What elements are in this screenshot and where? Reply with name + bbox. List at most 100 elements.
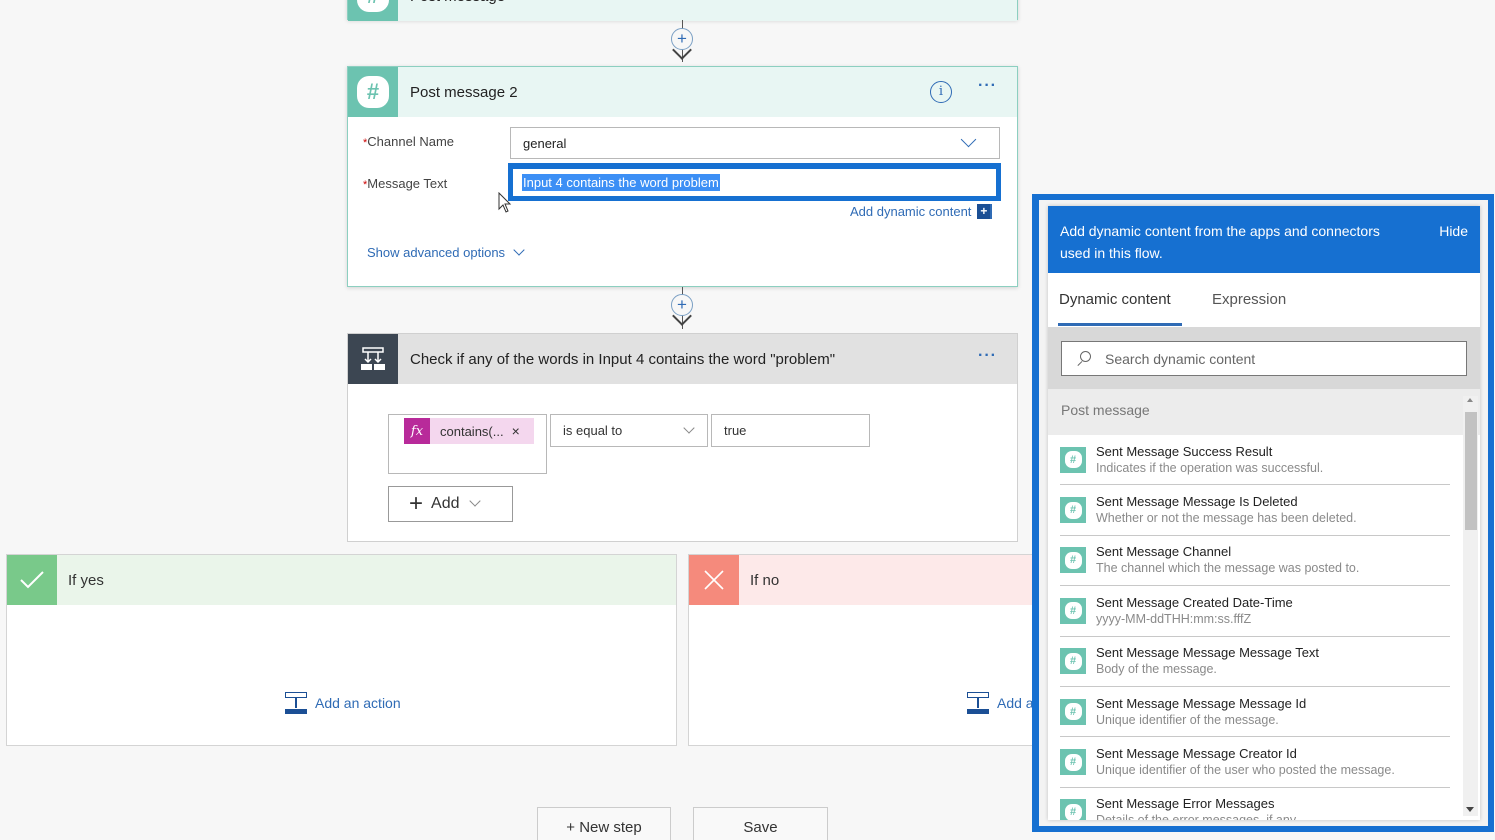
add-condition-button[interactable]: + Add: [388, 486, 513, 522]
item-description: Indicates if the operation was successfu…: [1096, 460, 1324, 475]
post-message-card[interactable]: # Post message: [347, 0, 1018, 21]
slack-icon: #: [1060, 749, 1086, 776]
tab-expression[interactable]: Expression: [1212, 291, 1286, 308]
slack-icon: #: [348, 0, 398, 21]
dynamic-content-item[interactable]: # Sent Message Created Date-Time yyyy-MM-d…: [1060, 586, 1450, 637]
dynamic-content-item[interactable]: # Sent Message Message Creator Id Unique i…: [1060, 737, 1450, 788]
item-title: Sent Message Message Creator Id: [1096, 746, 1297, 762]
mouse-cursor-icon: [498, 192, 512, 213]
slack-icon: #: [1060, 446, 1086, 473]
item-text: Sent Message Message Creator Id Unique id…: [1096, 745, 1395, 779]
item-title: Sent Message Success Result: [1096, 443, 1273, 459]
group-header-post-message[interactable]: Post message: [1048, 389, 1480, 435]
plus-icon: +: [409, 490, 424, 517]
item-title: Sent Message Error Messages: [1096, 796, 1275, 812]
checkmark-icon: [7, 555, 57, 605]
item-text: Sent Message Success Result Indicates if …: [1096, 443, 1323, 477]
message-text-input[interactable]: Input 4 contains the word problem: [508, 163, 1001, 201]
more-options-icon[interactable]: ···: [978, 347, 997, 365]
dynamic-content-list: Post message # Sent Message Success Resul…: [1048, 389, 1480, 820]
condition-card: Check if any of the words in Input 4 con…: [347, 333, 1018, 542]
add-action-yes-button[interactable]: Add an action: [285, 692, 401, 714]
dynamic-panel-description: Add dynamic content from the apps and co…: [1060, 223, 1380, 261]
condition-value: true: [724, 423, 747, 438]
item-text: Sent Message Error MessagesDetails of th…: [1096, 795, 1299, 820]
item-description: Unique identifier of the user who posted…: [1096, 763, 1395, 778]
dynamic-content-item[interactable]: # Sent Message Message Message Text Body o…: [1060, 637, 1450, 687]
post-message-header[interactable]: # Post message: [348, 0, 1017, 21]
dynamic-content-item[interactable]: # Sent Message Message Message Id Unique i…: [1060, 687, 1450, 738]
slack-icon: #: [348, 67, 398, 117]
operator-dropdown[interactable]: is equal to: [550, 414, 708, 447]
slack-icon: #: [1060, 547, 1086, 574]
item-text: Sent Message Channel The channel which th…: [1096, 543, 1359, 577]
add-dynamic-content-link[interactable]: Add dynamic content +: [850, 204, 993, 219]
item-description: Details of the error messages, if any.: [1096, 812, 1299, 820]
scroll-up-icon[interactable]: [1467, 398, 1473, 402]
dynamic-panel-tabs: Dynamic content Expression: [1048, 273, 1480, 327]
new-step-button[interactable]: + New step: [537, 807, 671, 840]
search-dynamic-content-input[interactable]: Search dynamic content: [1061, 341, 1467, 376]
dynamic-content-item[interactable]: # Sent Message Message Is Deleted Whether …: [1060, 485, 1450, 536]
hide-panel-button[interactable]: Hide: [1439, 220, 1468, 242]
chevron-down-icon: [960, 131, 977, 148]
slack-icon: #: [1060, 597, 1086, 624]
tab-dynamic-content[interactable]: Dynamic content: [1059, 291, 1171, 308]
add-action-icon: [285, 692, 307, 714]
search-icon: [1076, 351, 1091, 366]
more-options-icon[interactable]: ···: [978, 77, 997, 95]
item-description: The channel which the message was posted…: [1096, 561, 1360, 576]
item-description: yyyy-MM-ddTHH:mm:ss.fffZ: [1096, 611, 1252, 626]
chevron-down-icon: [513, 243, 525, 256]
item-text: Sent Message Message Message Id Unique id…: [1096, 695, 1306, 729]
if-yes-branch: If yes Add an action: [6, 554, 677, 746]
dynamic-content-item[interactable]: # Sent Message Channel The channel which t…: [1060, 536, 1450, 587]
channel-name-dropdown[interactable]: general: [510, 127, 1000, 159]
token-text: contains(...: [440, 423, 504, 439]
if-yes-title: If yes: [68, 571, 104, 589]
expression-token[interactable]: fx contains(... ×: [404, 418, 534, 444]
fx-icon: fx: [404, 418, 430, 444]
operator-value: is equal to: [563, 423, 623, 438]
show-advanced-options[interactable]: Show advanced options: [367, 243, 525, 260]
slack-icon: #: [1060, 799, 1086, 820]
message-text-selected: Input 4 contains the word problem: [522, 174, 720, 191]
search-zone: Search dynamic content: [1048, 327, 1480, 389]
channel-name-label: *Channel Name: [363, 134, 454, 149]
item-title: Sent Message Message Is Deleted: [1096, 494, 1298, 510]
item-title: Sent Message Message Message Id: [1096, 695, 1307, 711]
if-no-title: If no: [750, 571, 780, 589]
info-icon[interactable]: i: [930, 81, 952, 103]
item-text: Sent Message Created Date-Time yyyy-MM-dd…: [1096, 594, 1293, 628]
post-message-2-title: Post message 2: [410, 83, 518, 101]
chevron-down-icon: [683, 422, 695, 434]
post-message-title: Post message: [410, 0, 505, 5]
condition-header[interactable]: Check if any of the words in Input 4 con…: [348, 334, 1017, 384]
item-text: Sent Message Message Message Text Body of…: [1096, 644, 1319, 678]
scroll-down-icon[interactable]: [1466, 807, 1474, 812]
post-message-2-card: # Post message 2 i ··· *Channel Name gen…: [347, 66, 1018, 287]
condition-left-operand[interactable]: fx contains(... ×: [388, 414, 547, 474]
channel-name-value: general: [523, 135, 567, 151]
condition-title: Check if any of the words in Input 4 con…: [410, 350, 836, 368]
remove-token-icon[interactable]: ×: [512, 423, 520, 439]
scrollbar[interactable]: [1463, 396, 1478, 816]
item-description: Whether or not the message has been dele…: [1096, 511, 1357, 526]
active-tab-indicator: [1058, 323, 1182, 326]
post-message-2-header[interactable]: # Post message 2 i ···: [348, 67, 1017, 117]
item-title: Sent Message Message Message Text: [1096, 645, 1320, 661]
message-text-label: *Message Text: [363, 176, 448, 191]
add-action-icon: [967, 692, 989, 714]
scrollbar-thumb[interactable]: [1465, 412, 1477, 530]
item-text: Sent Message Message Is Deleted Whether o…: [1096, 493, 1357, 527]
item-title: Sent Message Created Date-Time: [1096, 594, 1293, 610]
if-yes-header[interactable]: If yes: [7, 555, 676, 605]
dynamic-content-item[interactable]: # Sent Message Success Result Indicates if…: [1060, 435, 1450, 486]
item-title: Sent Message Channel: [1096, 544, 1232, 560]
add-dynamic-plus-icon: +: [977, 204, 993, 219]
condition-value-input[interactable]: true: [711, 414, 870, 447]
chevron-down-icon: [469, 495, 482, 507]
dynamic-content-item[interactable]: # Sent Message Error MessagesDetails of t…: [1060, 788, 1450, 820]
condition-icon: [348, 334, 398, 384]
save-button[interactable]: Save: [693, 807, 828, 840]
